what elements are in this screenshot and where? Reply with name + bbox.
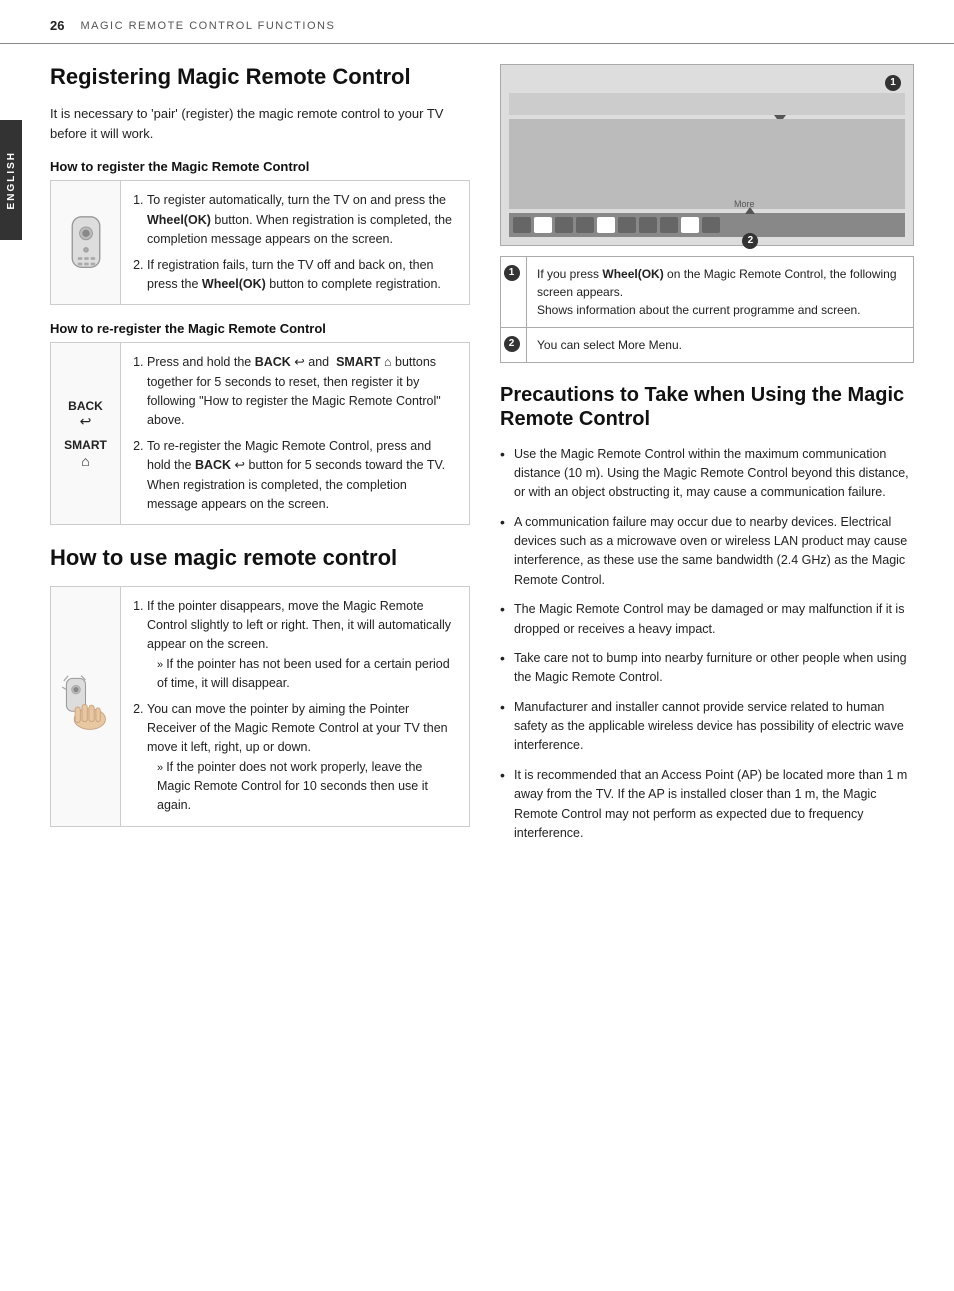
info-circle-1: 1 (504, 265, 520, 281)
circle-1-icon: 1 (885, 75, 901, 91)
info-num-1: 1 (501, 257, 527, 327)
how-to-use-instruction-box: If the pointer disappears, move the Magi… (50, 586, 470, 827)
main-content: Registering Magic Remote Control It is n… (0, 44, 954, 873)
hand-remote-cell (51, 587, 121, 826)
tv-menu-icon-8 (660, 217, 678, 233)
tv-menu-icon-6 (618, 217, 636, 233)
tv-menu-icon-9 (681, 217, 699, 233)
info-row-2: 2 You can select More Menu. (501, 328, 913, 362)
info-row-1: 1 If you press Wheel(OK) on the Magic Re… (501, 257, 913, 328)
precaution-item-2: A communication failure may occur due to… (500, 513, 914, 591)
back-label-group: BACK ↩ (68, 399, 103, 430)
register-instruction-box: To register automatically, turn the TV o… (50, 180, 470, 305)
smart-label: SMART (64, 438, 107, 452)
tv-screen-inner: 1 More (501, 65, 913, 245)
circle-2-icon: 2 (742, 233, 758, 249)
circle-2-container: 2 (742, 231, 762, 249)
registering-intro: It is necessary to 'pair' (register) the… (50, 104, 470, 143)
hand-remote-icon (59, 674, 112, 739)
precautions-list: Use the Magic Remote Control within the … (500, 445, 914, 844)
tv-menu-icon-1 (513, 217, 531, 233)
tv-top-bar (509, 93, 905, 115)
tv-menu-icon-10 (702, 217, 720, 233)
tv-menu-icon-7 (639, 217, 657, 233)
page-header-title: MAGIC REMOTE CONTROL FUNCTIONS (80, 20, 335, 32)
tv-screen-body (509, 119, 905, 209)
tv-menu-icon-4 (576, 217, 594, 233)
tv-menu-bar (509, 213, 905, 237)
how-to-use-text-cell: If the pointer disappears, move the Magi… (121, 587, 469, 826)
back-smart-cell: BACK ↩ SMART ⌂ (51, 343, 121, 524)
info-circle-2: 2 (504, 336, 520, 352)
reregister-text-cell: Press and hold the BACK ↩ and SMART ⌂ bu… (121, 343, 469, 524)
register-icon-cell (51, 181, 121, 304)
precaution-item-6: It is recommended that an Access Point (… (500, 766, 914, 844)
tv-menu-icon-2 (534, 217, 552, 233)
remote-icon (61, 215, 111, 270)
register-text-cell: To register automatically, turn the TV o… (121, 181, 469, 304)
precaution-item-3: The Magic Remote Control may be damaged … (500, 600, 914, 639)
precaution-item-5: Manufacturer and installer cannot provid… (500, 698, 914, 756)
smart-label-group: SMART ⌂ (64, 438, 107, 468)
page-number: 26 (50, 18, 64, 33)
info-num-2: 2 (501, 328, 527, 362)
how-to-use-title: How to use magic remote control (50, 545, 470, 571)
tv-arrow-up-icon (745, 207, 755, 214)
precautions-title: Precautions to Take when Using the Magic… (500, 383, 914, 431)
info-text-1: If you press Wheel(OK) on the Magic Remo… (527, 257, 913, 327)
page-header: 26 MAGIC REMOTE CONTROL FUNCTIONS (0, 0, 954, 44)
reregister-instruction-box: BACK ↩ SMART ⌂ Press and hold the BACK ↩… (50, 342, 470, 525)
tv-screen-container: 1 More (500, 64, 914, 246)
page-container: ENGLISH 26 MAGIC REMOTE CONTROL FUNCTION… (0, 0, 954, 1291)
how-to-use-section: How to use magic remote control (50, 545, 470, 827)
back-symbol: ↩ (68, 413, 103, 430)
tv-menu-icon-5 (597, 217, 615, 233)
tv-menu-icon-3 (555, 217, 573, 233)
back-label: BACK (68, 399, 103, 413)
how-to-register-label: How to register the Magic Remote Control (50, 159, 470, 174)
precaution-item-4: Take care not to bump into nearby furnit… (500, 649, 914, 688)
side-tab-text: ENGLISH (6, 151, 17, 209)
precautions-section: Precautions to Take when Using the Magic… (500, 383, 914, 844)
smart-symbol: ⌂ (64, 453, 107, 469)
precaution-item-1: Use the Magic Remote Control within the … (500, 445, 914, 503)
right-column: 1 More (500, 64, 914, 853)
registering-title: Registering Magic Remote Control (50, 64, 470, 90)
info-table: 1 If you press Wheel(OK) on the Magic Re… (500, 256, 914, 363)
info-text-2: You can select More Menu. (527, 328, 692, 362)
left-column: Registering Magic Remote Control It is n… (50, 64, 470, 853)
how-to-reregister-label: How to re-register the Magic Remote Cont… (50, 321, 470, 336)
side-tab: ENGLISH (0, 120, 22, 240)
